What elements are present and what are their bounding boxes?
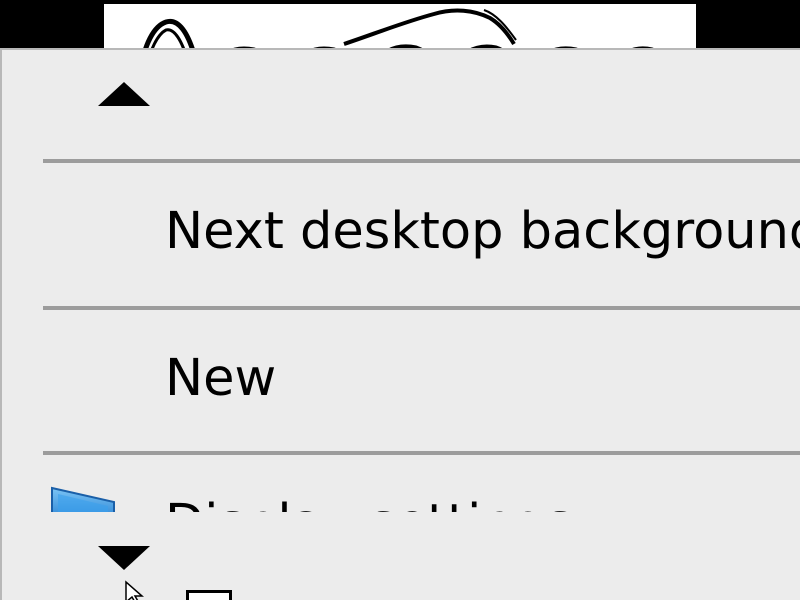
- menu-item-label: Display settings: [165, 494, 573, 512]
- mouse-pointer-icon: [124, 580, 148, 600]
- menu-separator: [43, 306, 800, 310]
- menu-item-label: New: [165, 349, 277, 408]
- desktop[interactable]: Next desktop background New: [0, 0, 800, 600]
- menu-item-display-settings[interactable]: Display settings: [2, 456, 800, 512]
- desktop-icon-fragment[interactable]: [186, 590, 232, 600]
- menu-item-label: Next desktop background: [165, 202, 800, 261]
- display-icon: [50, 486, 120, 512]
- menu-item-next-desktop-background[interactable]: Next desktop background: [2, 164, 800, 304]
- menu-separator: [43, 451, 800, 455]
- scroll-down-icon[interactable]: [98, 546, 150, 570]
- context-menu: Next desktop background New: [0, 48, 800, 600]
- scroll-up-icon[interactable]: [98, 82, 150, 106]
- menu-item-new[interactable]: New: [2, 311, 800, 451]
- menu-separator: [43, 159, 800, 163]
